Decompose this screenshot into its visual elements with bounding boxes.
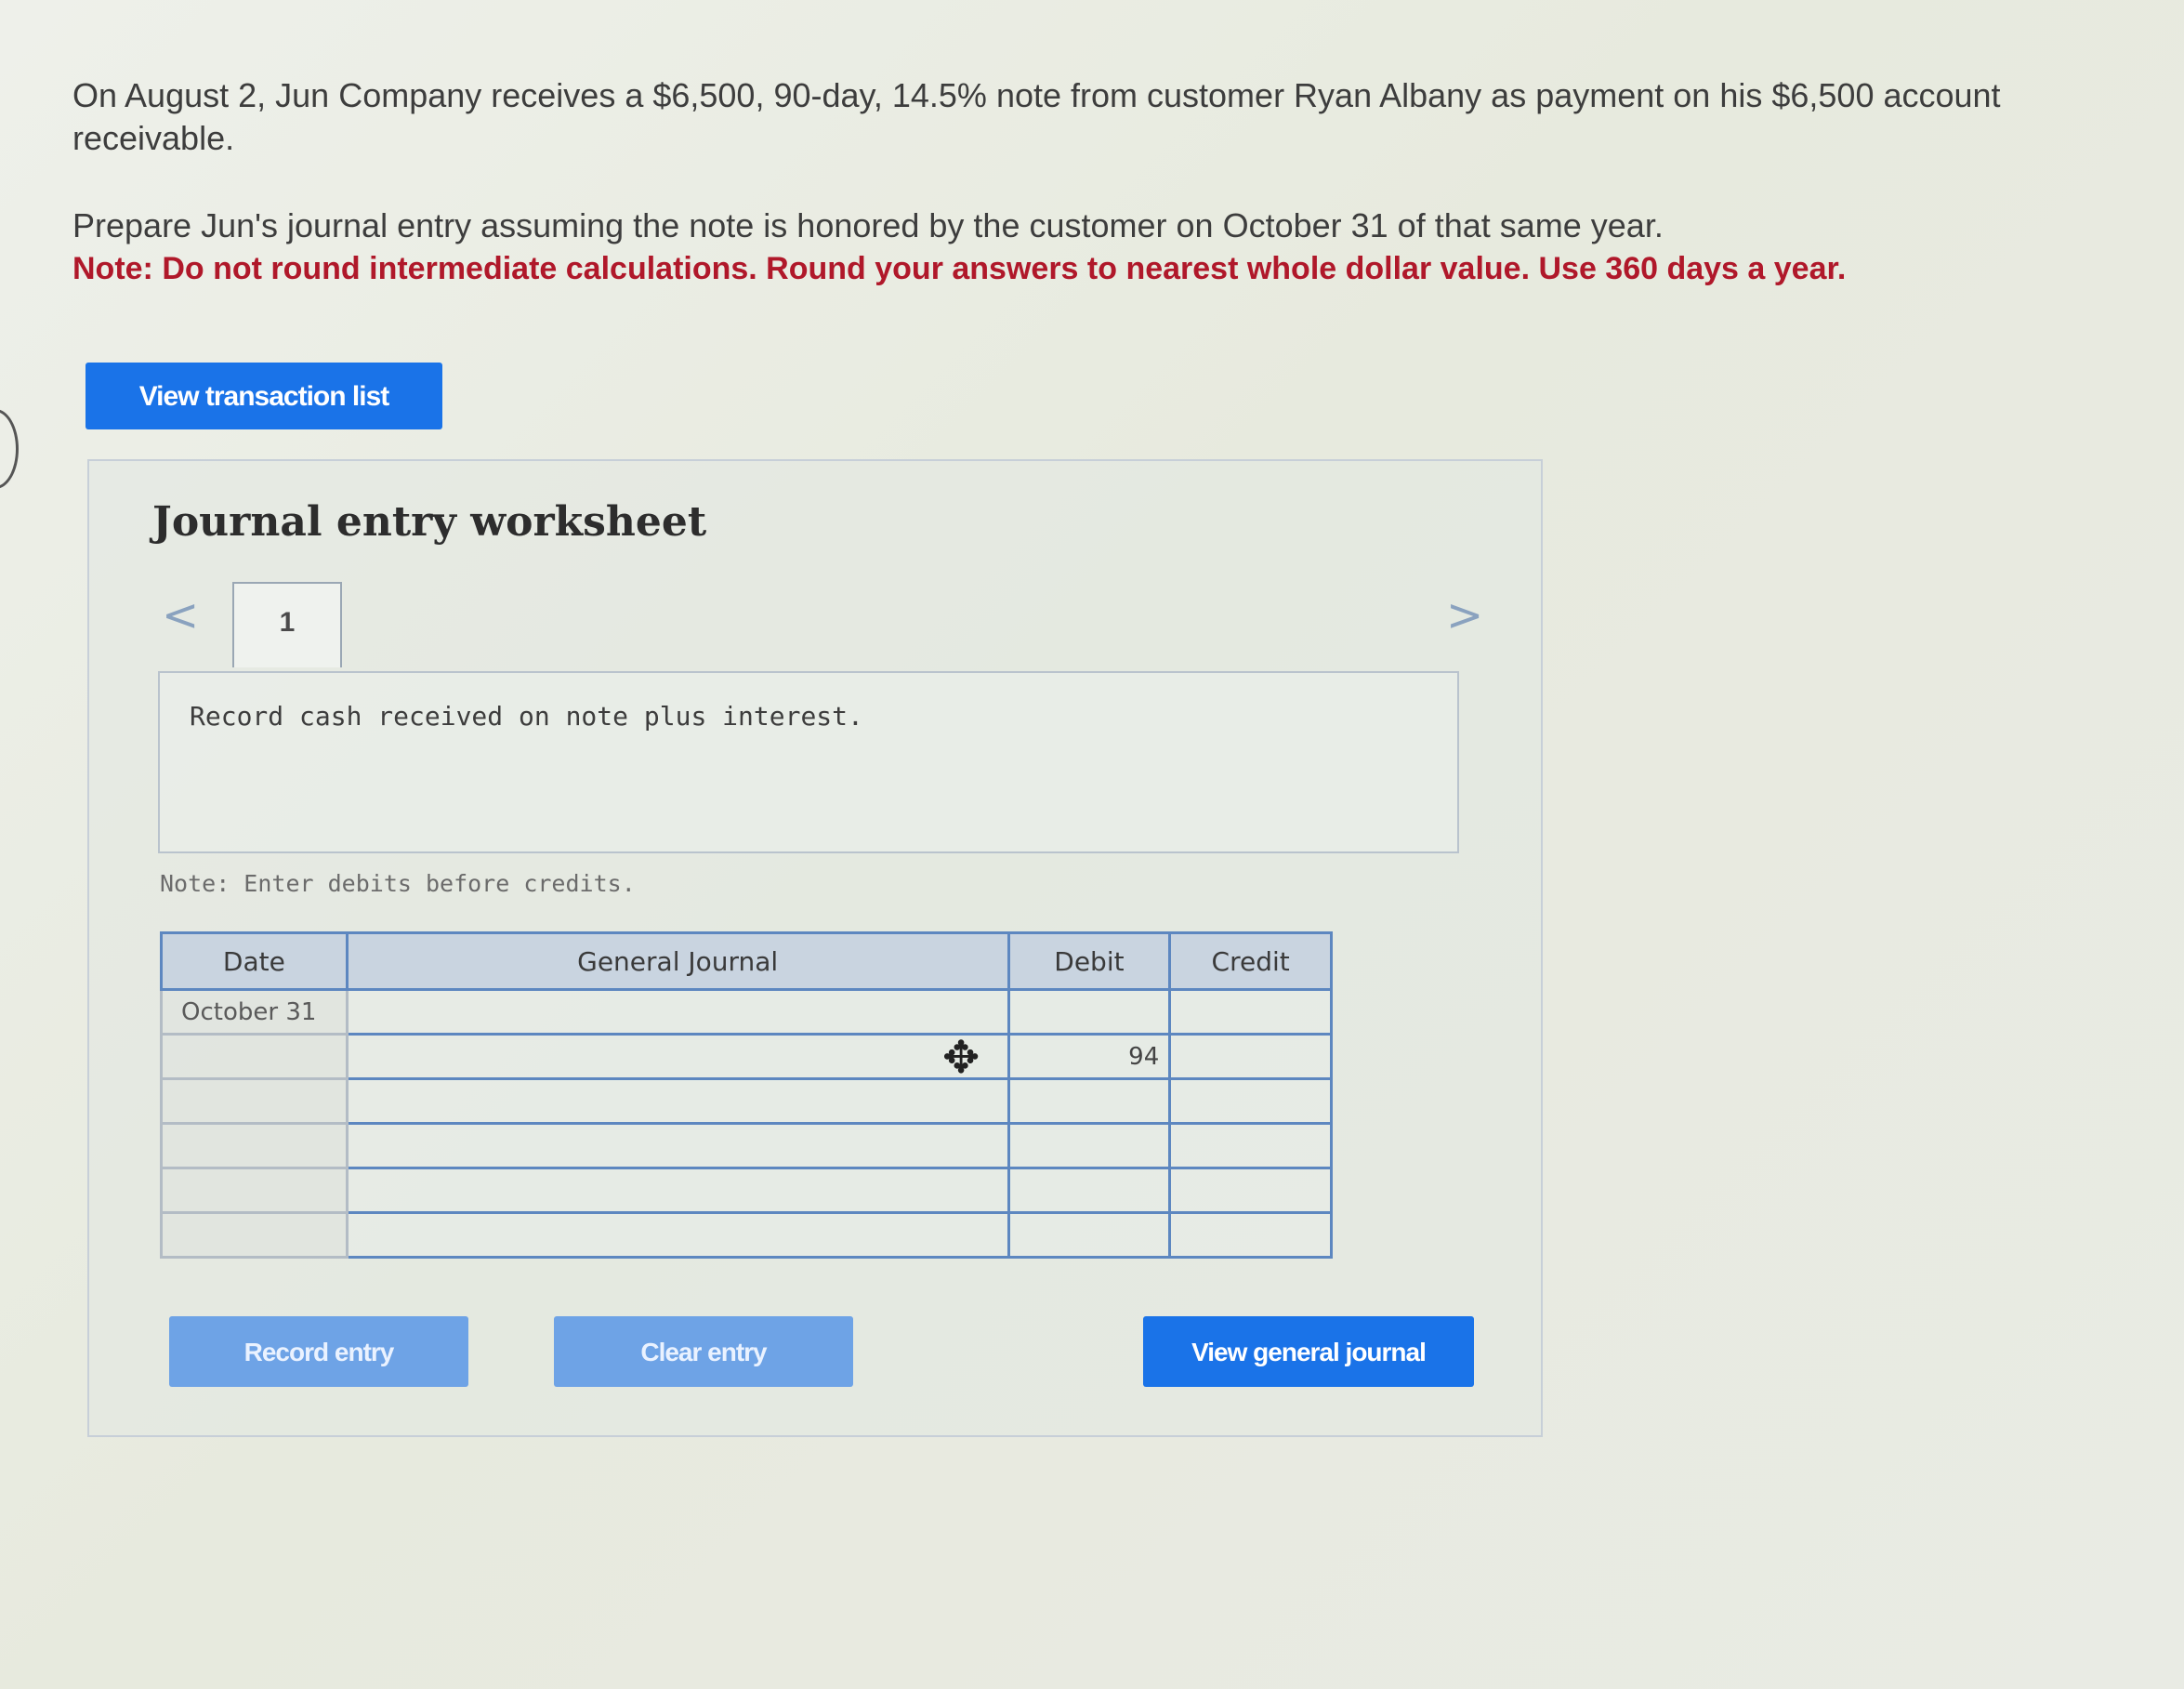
credit-column-header: Credit (1168, 931, 1333, 991)
debit-column-header: Debit (1006, 931, 1172, 991)
tab-entry-1[interactable]: 1 (232, 582, 342, 667)
edge-circle-decoration (0, 409, 19, 489)
instruction-box: Record cash received on note plus intere… (158, 671, 1459, 853)
instruction-text: Record cash received on note plus intere… (190, 701, 863, 732)
table-row: 94 (160, 1033, 1333, 1080)
date-cell (160, 1077, 349, 1125)
journal-header-row: Date General Journal Debit Credit (160, 931, 1333, 991)
date-cell (160, 1167, 349, 1214)
credit-field[interactable] (1168, 1211, 1333, 1259)
problem-statement: On August 2, Jun Company receives a $6,5… (72, 76, 2001, 157)
general-journal-column-header: General Journal (345, 931, 1010, 991)
debits-note: Note: Enter debits before credits. (160, 870, 636, 897)
date-cell (160, 1122, 349, 1169)
table-row (160, 1211, 1333, 1259)
credit-field[interactable] (1168, 1167, 1333, 1214)
debit-field[interactable] (1006, 988, 1172, 1036)
credit-field[interactable] (1168, 1033, 1333, 1080)
debit-field[interactable] (1006, 1167, 1172, 1214)
journal-entry-worksheet: Journal entry worksheet < 1 > Record cas… (87, 459, 1543, 1437)
move-cursor-icon: ✥ (942, 1032, 980, 1084)
journal-table: Date General Journal Debit Credit Octobe… (160, 931, 1333, 1259)
date-cell (160, 1033, 349, 1080)
account-field[interactable] (345, 1077, 1010, 1125)
debit-field[interactable] (1006, 1211, 1172, 1259)
table-row: October 31 (160, 988, 1333, 1036)
view-transaction-list-button[interactable]: View transaction list (86, 363, 442, 429)
account-field[interactable] (345, 1167, 1010, 1214)
record-entry-button[interactable]: Record entry (169, 1316, 468, 1387)
account-field[interactable] (345, 1033, 1010, 1080)
account-field[interactable] (345, 1211, 1010, 1259)
table-row (160, 1122, 1333, 1169)
date-cell: October 31 (160, 988, 349, 1036)
credit-field[interactable] (1168, 1122, 1333, 1169)
rounding-note: Note: Do not round intermediate calculat… (72, 251, 1847, 286)
table-row (160, 1077, 1333, 1125)
worksheet-title: Journal entry worksheet (152, 498, 707, 546)
clear-entry-button[interactable]: Clear entry (554, 1316, 853, 1387)
debit-field[interactable] (1006, 1122, 1172, 1169)
account-field[interactable] (345, 1122, 1010, 1169)
chevron-left-icon[interactable]: < (162, 589, 199, 641)
credit-field[interactable] (1168, 988, 1333, 1036)
instructions-block: Prepare Jun's journal entry assuming the… (72, 205, 2117, 290)
account-field[interactable] (345, 988, 1010, 1036)
debit-field[interactable]: 94 (1006, 1033, 1172, 1080)
date-column-header: Date (160, 931, 349, 991)
date-cell (160, 1211, 349, 1259)
table-row (160, 1167, 1333, 1214)
view-general-journal-button[interactable]: View general journal (1143, 1316, 1474, 1387)
chevron-right-icon[interactable]: > (1446, 589, 1483, 641)
instructions-text: Prepare Jun's journal entry assuming the… (72, 206, 1664, 244)
credit-field[interactable] (1168, 1077, 1333, 1125)
debit-field[interactable] (1006, 1077, 1172, 1125)
